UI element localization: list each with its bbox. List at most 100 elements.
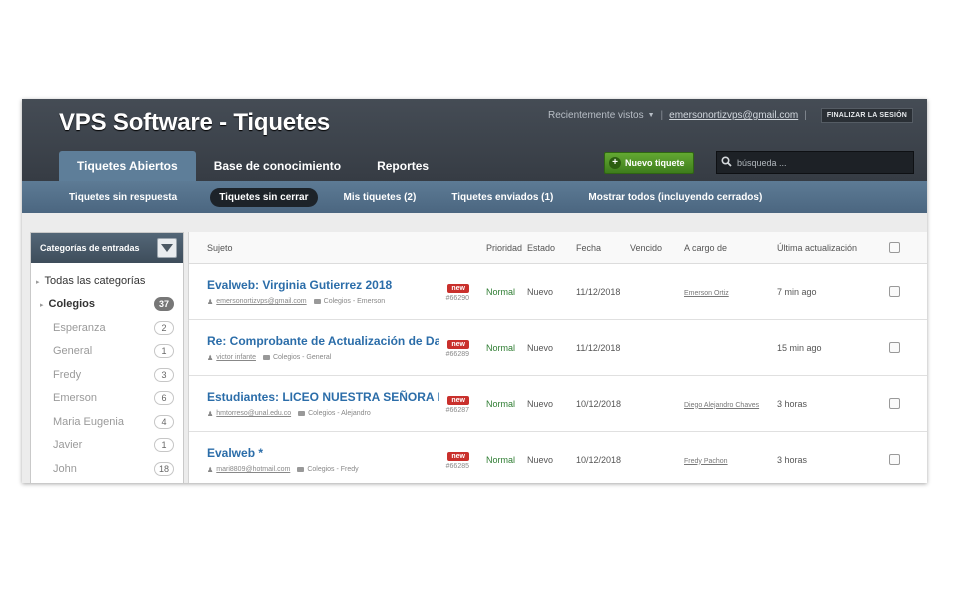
category-name: General (53, 345, 93, 358)
main-tabs: Tiquetes Abiertos Base de conocimiento R… (59, 151, 447, 182)
column-due[interactable]: Vencido (630, 243, 684, 253)
caret-down-icon: ▼ (647, 112, 655, 119)
column-updated[interactable]: Última actualización (777, 243, 879, 253)
category-item[interactable]: Fredy 3 (31, 363, 183, 387)
search-input[interactable] (735, 156, 909, 169)
ticket-priority: Normal (486, 454, 516, 465)
ticket-updated: 3 horas (777, 454, 808, 465)
separator: | (660, 110, 664, 121)
subnav-sent-tickets[interactable]: Tiquetes enviados (1) (442, 188, 562, 207)
column-date[interactable]: Fecha (576, 243, 630, 253)
category-name: Emerson (53, 392, 98, 405)
search-icon (717, 155, 735, 170)
recently-viewed-dropdown[interactable]: Recientemente vistos ▼ (548, 110, 655, 121)
folder-icon (297, 467, 305, 472)
ticket-category: Colegios - General (272, 354, 332, 361)
user-email-link[interactable]: emersonortizvps@gmail.com (669, 110, 798, 121)
column-status[interactable]: Estado (527, 243, 576, 253)
ticket-updated: 7 min ago (777, 286, 817, 297)
category-name: John (53, 462, 77, 475)
subnav-my-tickets[interactable]: Mis tiquetes (2) (335, 188, 426, 207)
ticket-status: Nuevo (527, 398, 554, 409)
tab-reports[interactable]: Reportes (359, 152, 447, 182)
logout-button[interactable]: FINALIZAR LA SESIÓN (820, 108, 913, 123)
ticket-category: Colegios - Emerson (323, 298, 386, 305)
subnav-unclosed[interactable]: Tiquetes sin cerrar (210, 187, 318, 207)
folder-icon (313, 299, 321, 304)
ticket-date: 10/12/2018 (576, 398, 622, 409)
ticket-status: Nuevo (527, 286, 554, 297)
ticket-user-link[interactable]: victor infante (216, 354, 256, 361)
ticket-subject-link[interactable]: Evalweb: Virginia Gutierrez 2018 (207, 278, 439, 292)
tab-open-tickets[interactable]: Tiquetes Abiertos (59, 151, 196, 182)
category-count-badge: 2 (154, 320, 174, 335)
ticket-subject-link[interactable]: Re: Comprobante de Actualización de Dato (207, 334, 439, 348)
category-colegios[interactable]: Colegios 37 (31, 293, 183, 317)
recently-viewed-label: Recientemente vistos (548, 110, 644, 121)
person-icon: ♟ (207, 298, 214, 306)
ticket-date: 10/12/2018 (576, 454, 622, 465)
ticket-category: Colegios - Alejandro (308, 410, 371, 417)
ticket-agent-link[interactable]: Fredy Pachon (684, 458, 728, 465)
ticket-agent-link[interactable]: Diego Alejandro Chaves (684, 402, 759, 409)
sidebar-title: Categorías de entradas (40, 243, 140, 253)
main-content: Categorías de entradas Todas las categor… (22, 213, 927, 483)
person-icon: ♟ (207, 466, 214, 474)
category-name: Javier (53, 439, 83, 452)
subnav-unanswered[interactable]: Tiquetes sin respuesta (60, 188, 186, 207)
new-badge: new (447, 395, 469, 405)
category-item[interactable]: Maria Eugenia 4 (31, 410, 183, 434)
subnav-show-all[interactable]: Mostrar todos (incluyendo cerrados) (579, 188, 771, 207)
ticket-subject-link[interactable]: Estudiantes: LICEO NUESTRA SEÑORA DE (207, 390, 439, 404)
category-item[interactable]: General 1 (31, 340, 183, 364)
ticket-priority: Normal (486, 342, 516, 353)
ticket-user-link[interactable]: hmtorreso@unal.edu.co (216, 410, 291, 417)
row-checkbox[interactable] (888, 342, 900, 353)
category-count-badge: 18 (154, 461, 174, 476)
ticket-user-link[interactable]: mari8809@hotmail.com (216, 466, 290, 473)
category-name: Maria Eugenia (53, 415, 124, 428)
category-count-badge: 4 (154, 414, 174, 429)
row-checkbox[interactable] (888, 454, 900, 465)
table-row: Re: Comprobante de Actualización de Dato… (189, 320, 927, 376)
ticket-user-link[interactable]: emersonortizvps@gmail.com (216, 298, 306, 305)
person-icon: ♟ (207, 354, 214, 362)
ticket-updated: 15 min ago (777, 342, 822, 353)
ticket-table: Sujeto Prioridad Estado Fecha Vencido A … (188, 232, 927, 483)
category-all[interactable]: Todas las categorías (31, 269, 183, 293)
ticket-number: #66290 (445, 294, 469, 302)
app-title: VPS Software - Tiquetes (59, 109, 331, 136)
filter-icon[interactable] (157, 238, 177, 258)
select-all-checkbox[interactable] (888, 242, 900, 253)
row-checkbox[interactable] (888, 286, 900, 297)
category-item[interactable]: John 18 (31, 457, 183, 481)
row-checkbox[interactable] (888, 398, 900, 409)
category-count-badge: 6 (154, 391, 174, 406)
person-icon: ♟ (207, 410, 214, 418)
category-count-badge: 1 (154, 344, 174, 359)
column-assigned[interactable]: A cargo de (684, 243, 777, 253)
ticket-date: 11/12/2018 (576, 342, 621, 353)
folder-icon (262, 355, 270, 360)
ticket-status: Nuevo (527, 454, 554, 465)
ticket-subject-link[interactable]: Evalweb * (207, 446, 439, 460)
category-name: Fredy (53, 368, 82, 381)
ticket-agent-link[interactable]: Emerson Ortiz (684, 290, 729, 297)
ticket-priority: Normal (486, 398, 516, 409)
category-count-badge: 3 (154, 367, 174, 382)
new-ticket-button[interactable]: + Nuevo tiquete (604, 152, 694, 174)
helpdesk-window: VPS Software - Tiquetes Recientemente vi… (22, 99, 927, 483)
tab-knowledge-base[interactable]: Base de conocimiento (196, 152, 359, 182)
new-badge: new (447, 283, 469, 293)
categories-sidebar: Categorías de entradas Todas las categor… (30, 232, 184, 483)
new-badge: new (447, 339, 469, 349)
category-count-badge: 1 (154, 438, 174, 453)
new-ticket-label: Nuevo tiquete (625, 158, 685, 168)
table-header: Sujeto Prioridad Estado Fecha Vencido A … (189, 232, 927, 264)
category-item[interactable]: Esperanza 2 (31, 316, 183, 340)
ticket-filter-nav: Tiquetes sin respuesta Tiquetes sin cerr… (22, 181, 927, 213)
category-item[interactable]: Emerson 6 (31, 387, 183, 411)
column-subject[interactable]: Sujeto (189, 243, 429, 253)
column-priority[interactable]: Prioridad (469, 243, 527, 253)
category-item[interactable]: Javier 1 (31, 434, 183, 458)
